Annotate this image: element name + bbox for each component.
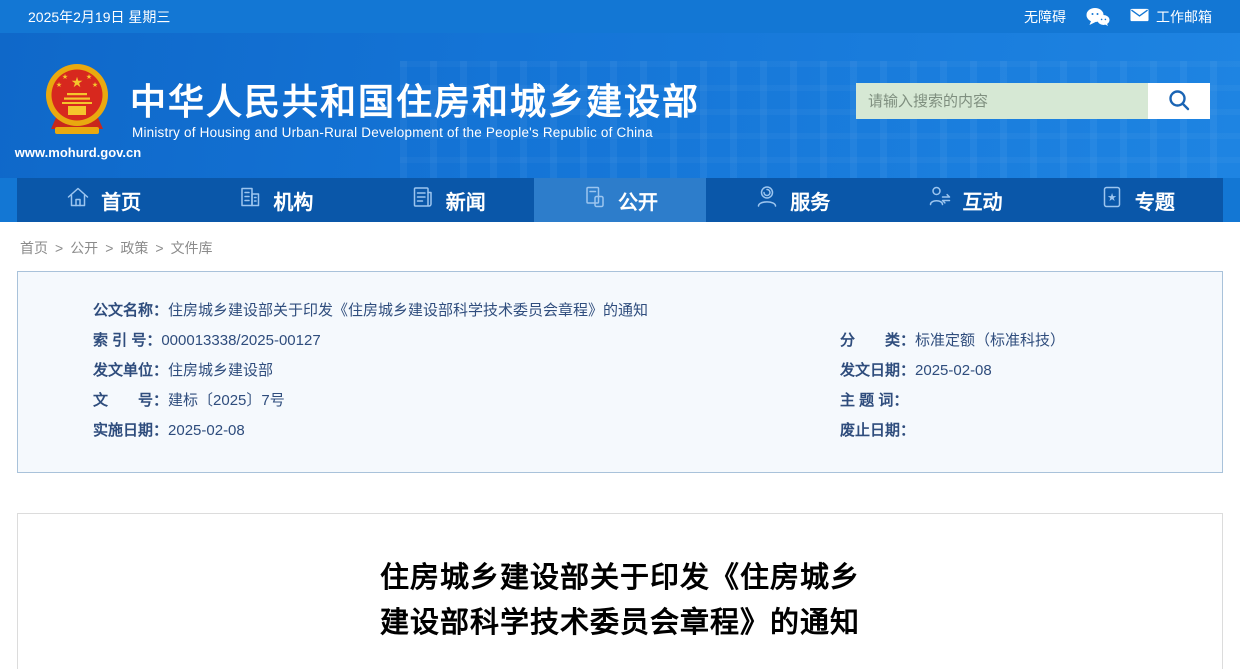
meta-row-category: 分 类：标准定额（标准科技） — [840, 326, 1192, 356]
article-title-line2: 建设部科学技术委员会章程》的通知 — [18, 601, 1222, 646]
meta-value: 2025-02-08 — [915, 362, 992, 379]
meta-row-document-number: 文 号：建标〔2025〕7号 — [93, 386, 840, 416]
meta-label: 废止日期： — [840, 422, 915, 439]
meta-value: 标准定额（标准科技） — [915, 332, 1065, 349]
newspaper-icon — [410, 184, 436, 216]
svg-text:★: ★ — [86, 73, 92, 81]
meta-value: 000013338/2025-00127 — [161, 332, 320, 349]
meta-value: 2025-02-08 — [168, 422, 245, 439]
nav-item-label: 专题 — [1135, 186, 1175, 215]
svg-text:★: ★ — [62, 73, 68, 81]
nav-item-home[interactable]: 首页 — [17, 178, 189, 222]
search-button[interactable] — [1148, 83, 1210, 119]
document-meta-box: 公文名称：住房城乡建设部关于印发《住房城乡建设部科学技术委员会章程》的通知 索 … — [17, 271, 1223, 473]
article-title-line1: 住房城乡建设部关于印发《住房城乡 — [18, 556, 1222, 601]
work-mailbox-label: 工作邮箱 — [1156, 7, 1212, 27]
home-icon — [65, 184, 91, 216]
breadcrumb-separator: > — [105, 240, 113, 256]
building-icon — [237, 184, 263, 216]
person-service-icon — [754, 184, 780, 216]
meta-row-implementation-date: 实施日期：2025-02-08 — [93, 416, 840, 446]
star-badge-icon: ★ — [1099, 184, 1125, 216]
nav-item-disclosure[interactable]: 公开 — [534, 178, 706, 222]
breadcrumb-separator: > — [155, 240, 163, 256]
breadcrumb-file-library[interactable]: 文件库 — [171, 240, 213, 256]
meta-value: 建标〔2025〕7号 — [168, 392, 285, 409]
nav-item-services[interactable]: 服务 — [706, 178, 878, 222]
meta-row-abolish-date: 废止日期： — [840, 416, 1192, 446]
main-nav: 首页 机构 新闻 — [0, 178, 1240, 222]
meta-label: 文 号： — [93, 392, 168, 409]
nav-item-label: 首页 — [101, 186, 141, 215]
main-nav-inner: 首页 机构 新闻 — [17, 178, 1223, 222]
site-subtitle-english: Ministry of Housing and Urban-Rural Deve… — [132, 125, 653, 140]
breadcrumb-home[interactable]: 首页 — [20, 240, 48, 256]
nav-item-interaction[interactable]: 互动 — [878, 178, 1050, 222]
meta-row-subject-words: 主 题 词： — [840, 386, 1192, 416]
nav-item-label: 机构 — [273, 186, 313, 215]
meta-label: 发文单位： — [93, 362, 168, 379]
nav-item-news[interactable]: 新闻 — [362, 178, 534, 222]
article-box: 住房城乡建设部关于印发《住房城乡 建设部科学技术委员会章程》的通知 — [17, 513, 1223, 669]
accessibility-link[interactable]: 无障碍 — [1024, 7, 1066, 27]
person-arrows-icon — [927, 184, 953, 216]
nav-item-label: 公开 — [618, 186, 658, 215]
search-icon — [1167, 88, 1191, 115]
meta-label: 公文名称： — [93, 302, 168, 319]
search-box — [856, 83, 1210, 119]
meta-row-issue-date: 发文日期：2025-02-08 — [840, 356, 1192, 386]
site-header: ★ ★ ★ ★ ★ www.mohurd.gov.cn 中华人民共和国住房和城乡… — [0, 33, 1240, 178]
meta-label: 索 引 号： — [93, 332, 161, 349]
topbar: 2025年2月19日 星期三 无障碍 工作邮箱 — [0, 0, 1240, 33]
document-meta-grid: 公文名称：住房城乡建设部关于印发《住房城乡建设部科学技术委员会章程》的通知 索 … — [93, 296, 1192, 446]
nav-item-label: 服务 — [790, 186, 830, 215]
wechat-icon[interactable] — [1086, 7, 1110, 27]
svg-text:★: ★ — [92, 81, 98, 89]
breadcrumb-disclosure[interactable]: 公开 — [70, 240, 98, 256]
nav-item-label: 互动 — [963, 186, 1003, 215]
meta-label: 分 类： — [840, 332, 915, 349]
topbar-right: 无障碍 工作邮箱 — [1024, 7, 1212, 27]
search-input[interactable] — [856, 83, 1148, 119]
national-emblem[interactable]: ★ ★ ★ ★ ★ — [44, 61, 110, 142]
article-title: 住房城乡建设部关于印发《住房城乡 建设部科学技术委员会章程》的通知 — [18, 556, 1222, 646]
documents-icon — [582, 184, 608, 216]
breadcrumb: 首页 > 公开 > 政策 > 文件库 — [20, 238, 1240, 258]
meta-value: 住房城乡建设部 — [168, 362, 273, 379]
meta-value: 住房城乡建设部关于印发《住房城乡建设部科学技术委员会章程》的通知 — [168, 302, 648, 319]
site-url: www.mohurd.gov.cn — [14, 145, 142, 160]
site-title[interactable]: 中华人民共和国住房和城乡建设部 — [130, 73, 700, 125]
meta-row-index-number: 索 引 号：000013338/2025-00127 — [93, 326, 840, 356]
meta-row-issuing-unit: 发文单位：住房城乡建设部 — [93, 356, 840, 386]
meta-label: 发文日期： — [840, 362, 915, 379]
svg-text:★: ★ — [1107, 192, 1117, 204]
breadcrumb-separator: > — [55, 240, 63, 256]
topbar-date: 2025年2月19日 星期三 — [28, 7, 170, 27]
svg-text:★: ★ — [56, 81, 62, 89]
meta-label: 主 题 词： — [840, 392, 908, 409]
nav-item-topics[interactable]: ★ 专题 — [1051, 178, 1223, 222]
breadcrumb-policy[interactable]: 政策 — [120, 240, 148, 256]
nav-item-organization[interactable]: 机构 — [189, 178, 361, 222]
work-mailbox-link[interactable]: 工作邮箱 — [1130, 7, 1212, 27]
meta-row-document-name: 公文名称：住房城乡建设部关于印发《住房城乡建设部科学技术委员会章程》的通知 — [93, 296, 1192, 326]
nav-item-label: 新闻 — [446, 186, 486, 215]
meta-label: 实施日期： — [93, 422, 168, 439]
mail-icon — [1130, 8, 1149, 25]
svg-text:★: ★ — [71, 74, 84, 90]
